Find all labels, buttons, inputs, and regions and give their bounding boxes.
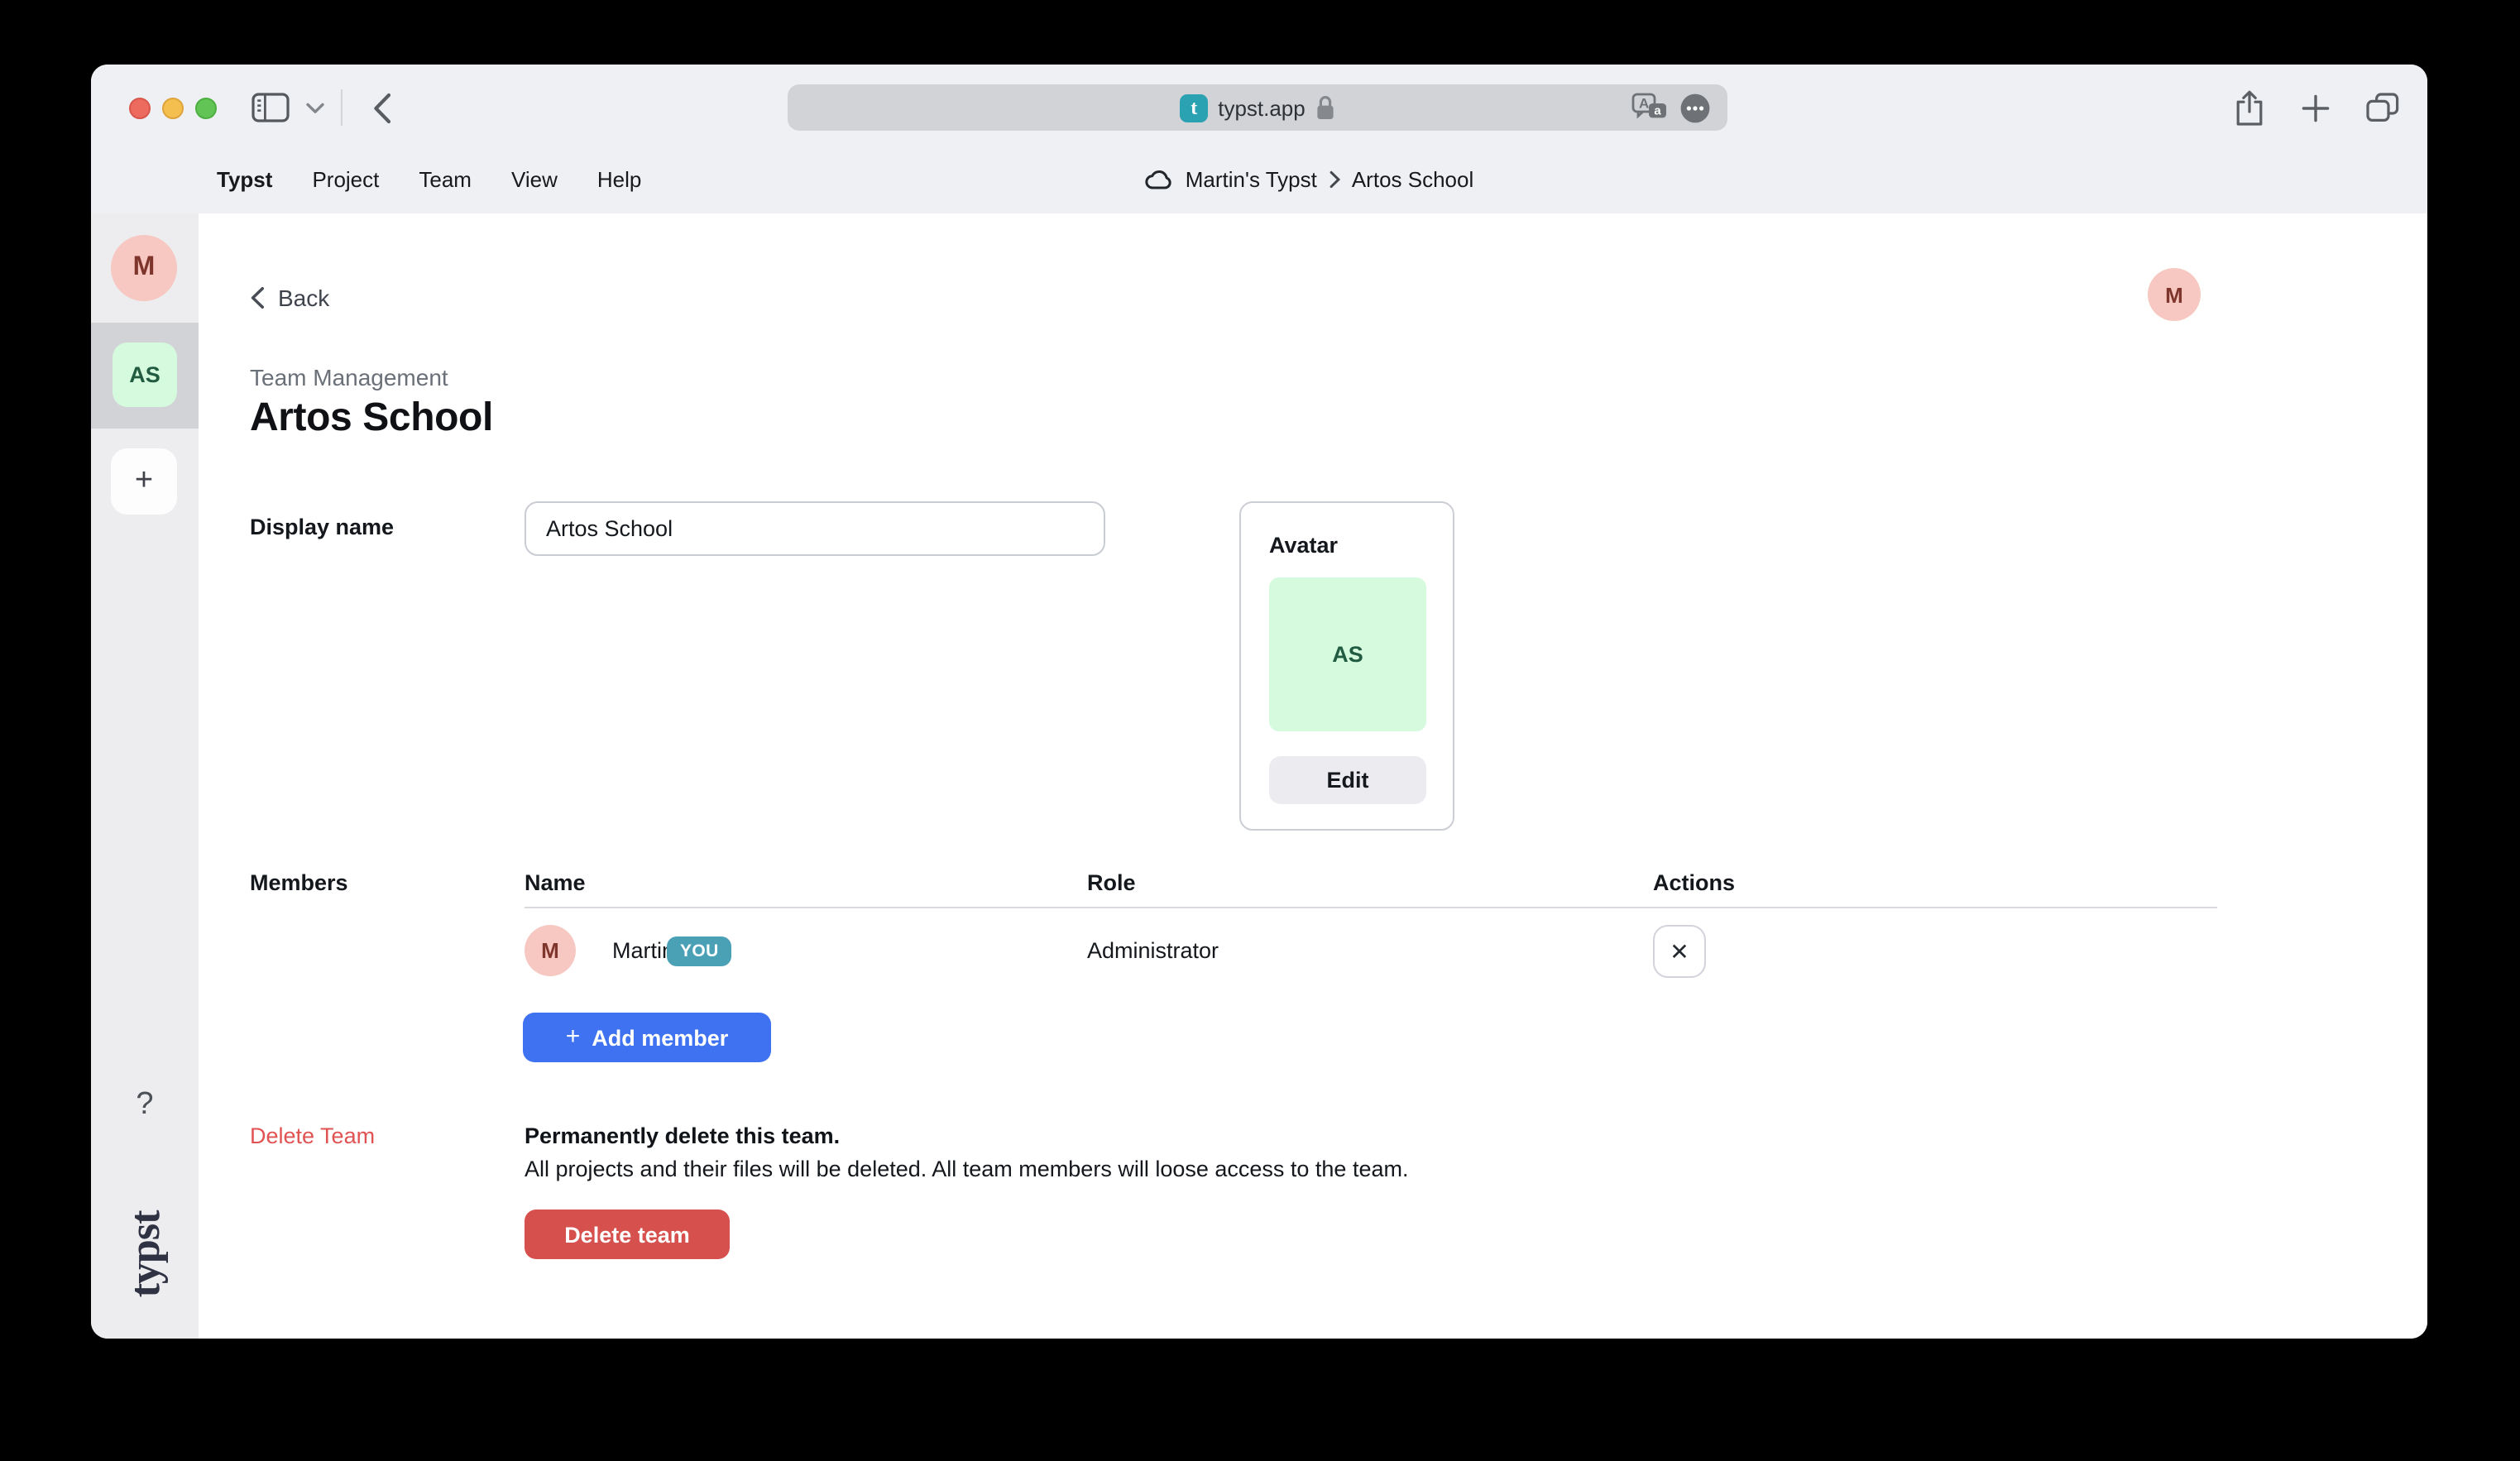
team-management-page: Back M Team Management Artos School Disp… [199, 213, 2427, 1339]
column-header-actions: Actions [1653, 870, 1735, 895]
menu-view[interactable]: View [511, 166, 558, 191]
minimize-window-button[interactable] [162, 98, 184, 119]
add-member-button[interactable]: + Add member [523, 1013, 771, 1062]
avatar-card: Avatar AS Edit [1239, 501, 1454, 831]
zoom-window-button[interactable] [195, 98, 217, 119]
edit-avatar-button[interactable]: Edit [1269, 756, 1426, 804]
breadcrumb: Martin's Typst Artos School [1144, 154, 1474, 204]
menu-team[interactable]: Team [419, 166, 472, 191]
back-label: Back [278, 285, 329, 311]
back-nav-icon[interactable] [372, 92, 392, 123]
address-bar[interactable]: t typst.app A [788, 84, 1727, 131]
delete-warning-title: Permanently delete this team. [525, 1123, 840, 1148]
member-name: Martin [612, 925, 674, 976]
new-tab-plus-icon[interactable] [2302, 93, 2330, 122]
share-icon[interactable] [2234, 89, 2265, 127]
page-options-ellipsis-icon[interactable] [1679, 92, 1711, 123]
browser-chrome: t typst.app A [91, 65, 2427, 213]
display-name-label: Display name [250, 515, 394, 539]
team-avatar-selected[interactable]: AS [113, 342, 177, 407]
add-team-button[interactable]: + [111, 448, 177, 515]
avatar-label: Avatar [1269, 533, 1338, 558]
close-icon: ✕ [1670, 940, 1689, 963]
you-badge: YOU [667, 936, 732, 966]
delete-team-label: Delete Team [250, 1123, 375, 1148]
column-header-role: Role [1087, 870, 1136, 895]
breadcrumb-current[interactable]: Artos School [1352, 166, 1473, 191]
chevron-right-icon [1329, 170, 1340, 188]
chevron-left-icon [250, 286, 265, 309]
workspace-sidebar: M AS + ? typst [91, 213, 199, 1339]
cloud-icon [1144, 168, 1174, 189]
table-header-divider [525, 907, 2217, 908]
member-avatar: M [525, 925, 576, 976]
delete-warning-body: All projects and their files will be del… [525, 1157, 1409, 1181]
member-role: Administrator [1087, 925, 1219, 976]
translate-icon[interactable]: A a [1631, 93, 1668, 122]
site-favicon: t [1180, 93, 1208, 122]
team-avatar-preview: AS [1269, 577, 1426, 731]
menu-typst[interactable]: Typst [217, 166, 272, 191]
column-header-name: Name [525, 870, 586, 895]
typst-logo: typst [120, 1211, 170, 1298]
svg-text:a: a [1654, 103, 1661, 117]
lock-icon [1315, 94, 1335, 121]
help-icon[interactable]: ? [91, 1087, 199, 1123]
table-row: M Martin YOU Administrator ✕ [525, 925, 2217, 978]
svg-text:A: A [1639, 95, 1649, 111]
close-window-button[interactable] [129, 98, 151, 119]
plus-icon: + [566, 1023, 581, 1051]
screen: t typst.app A [0, 0, 2520, 1461]
members-label: Members [250, 870, 348, 895]
menu-project[interactable]: Project [312, 166, 379, 191]
page-title: Artos School [250, 395, 493, 442]
sidebar-toggle-icon[interactable] [252, 93, 290, 122]
selected-team-highlight: AS [91, 323, 199, 429]
personal-account-avatar[interactable]: M [111, 235, 177, 301]
display-name-input[interactable] [525, 501, 1105, 556]
url-text: typst.app [1218, 95, 1306, 120]
menu-help[interactable]: Help [597, 166, 642, 191]
section-label: Team Management [250, 364, 448, 390]
remove-member-button[interactable]: ✕ [1653, 925, 1706, 978]
toolbar-divider [341, 89, 343, 126]
titlebar: t typst.app A [91, 65, 2427, 151]
browser-window: t typst.app A [91, 65, 2427, 1339]
delete-team-button[interactable]: Delete team [525, 1210, 730, 1259]
back-link[interactable]: Back [250, 285, 329, 311]
app-menubar: Typst Project Team View Help Martin's Ty… [91, 151, 2427, 213]
add-member-label: Add member [592, 1025, 728, 1050]
tab-overview-icon[interactable] [2366, 93, 2399, 122]
user-menu-avatar[interactable]: M [2148, 268, 2201, 321]
chevron-down-icon[interactable] [306, 102, 324, 113]
breadcrumb-parent[interactable]: Martin's Typst [1186, 166, 1317, 191]
